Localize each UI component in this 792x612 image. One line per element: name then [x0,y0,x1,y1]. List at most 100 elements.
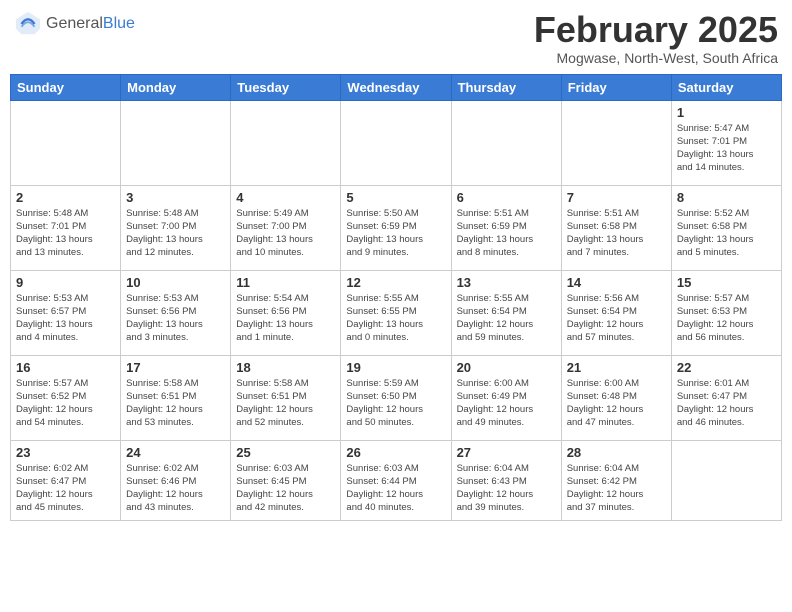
day-info: Sunrise: 5:57 AM Sunset: 6:52 PM Dayligh… [16,377,115,430]
day-info: Sunrise: 6:01 AM Sunset: 6:47 PM Dayligh… [677,377,776,430]
calendar-cell: 18 Sunrise: 5:58 AM Sunset: 6:51 PM Dayli… [231,355,341,440]
location-title: Mogwase, North-West, South Africa [534,50,778,66]
day-number: 2 [16,190,115,205]
title-section: February 2025 Mogwase, North-West, South… [534,10,778,66]
day-info: Sunrise: 5:58 AM Sunset: 6:51 PM Dayligh… [126,377,225,430]
calendar-cell: 17 Sunrise: 5:58 AM Sunset: 6:51 PM Dayli… [121,355,231,440]
calendar-cell: 3 Sunrise: 5:48 AM Sunset: 7:00 PM Daylig… [121,185,231,270]
calendar-week-row: 9 Sunrise: 5:53 AM Sunset: 6:57 PM Daylig… [11,270,782,355]
calendar-cell: 11Sunrise: 5:54 AM Sunset: 6:56 PM Dayli… [231,270,341,355]
day-number: 20 [457,360,556,375]
weekday-header-wednesday: Wednesday [341,74,451,100]
calendar-week-row: 23 Sunrise: 6:02 AM Sunset: 6:47 PM Dayli… [11,440,782,520]
calendar-cell [231,100,341,185]
day-number: 12 [346,275,445,290]
calendar-cell: 21 Sunrise: 6:00 AM Sunset: 6:48 PM Dayli… [561,355,671,440]
calendar-cell: 23 Sunrise: 6:02 AM Sunset: 6:47 PM Dayli… [11,440,121,520]
logo-text: GeneralBlue [46,15,135,33]
day-number: 6 [457,190,556,205]
calendar-cell: 6 Sunrise: 5:51 AM Sunset: 6:59 PM Daylig… [451,185,561,270]
calendar-cell: 22 Sunrise: 6:01 AM Sunset: 6:47 PM Dayli… [671,355,781,440]
day-number: 16 [16,360,115,375]
logo-general: General [46,15,103,33]
day-number: 8 [677,190,776,205]
day-number: 25 [236,445,335,460]
day-number: 15 [677,275,776,290]
calendar-cell [11,100,121,185]
logo-blue: Blue [103,15,135,33]
day-number: 17 [126,360,225,375]
day-info: Sunrise: 6:02 AM Sunset: 6:47 PM Dayligh… [16,462,115,515]
day-number: 7 [567,190,666,205]
day-info: Sunrise: 5:53 AM Sunset: 6:57 PM Dayligh… [16,292,115,345]
calendar-cell: 16 Sunrise: 5:57 AM Sunset: 6:52 PM Dayli… [11,355,121,440]
day-number: 18 [236,360,335,375]
calendar-cell: 24 Sunrise: 6:02 AM Sunset: 6:46 PM Dayli… [121,440,231,520]
day-number: 22 [677,360,776,375]
weekday-header-monday: Monday [121,74,231,100]
day-number: 10 [126,275,225,290]
weekday-header-tuesday: Tuesday [231,74,341,100]
day-number: 23 [16,445,115,460]
month-title: February 2025 [534,10,778,50]
calendar-cell: 1Sunrise: 5:47 AM Sunset: 7:01 PM Daylig… [671,100,781,185]
day-number: 14 [567,275,666,290]
weekday-header-saturday: Saturday [671,74,781,100]
day-info: Sunrise: 5:47 AM Sunset: 7:01 PM Dayligh… [677,122,776,175]
calendar-cell: 10 Sunrise: 5:53 AM Sunset: 6:56 PM Dayli… [121,270,231,355]
calendar-table: SundayMondayTuesdayWednesdayThursdayFrid… [10,74,782,521]
weekday-header-thursday: Thursday [451,74,561,100]
logo-icon [14,10,42,38]
day-number: 9 [16,275,115,290]
calendar-cell: 27 Sunrise: 6:04 AM Sunset: 6:43 PM Dayli… [451,440,561,520]
day-info: Sunrise: 5:55 AM Sunset: 6:55 PM Dayligh… [346,292,445,345]
calendar-header-row: SundayMondayTuesdayWednesdayThursdayFrid… [11,74,782,100]
logo: GeneralBlue [14,10,135,38]
calendar-cell [671,440,781,520]
day-info: Sunrise: 6:02 AM Sunset: 6:46 PM Dayligh… [126,462,225,515]
calendar-cell: 26 Sunrise: 6:03 AM Sunset: 6:44 PM Dayli… [341,440,451,520]
day-number: 3 [126,190,225,205]
page-header: GeneralBlue February 2025 Mogwase, North… [10,10,782,66]
day-info: Sunrise: 5:58 AM Sunset: 6:51 PM Dayligh… [236,377,335,430]
calendar-cell: 8 Sunrise: 5:52 AM Sunset: 6:58 PM Daylig… [671,185,781,270]
day-info: Sunrise: 5:51 AM Sunset: 6:58 PM Dayligh… [567,207,666,260]
day-number: 4 [236,190,335,205]
day-number: 19 [346,360,445,375]
day-info: Sunrise: 5:57 AM Sunset: 6:53 PM Dayligh… [677,292,776,345]
day-number: 13 [457,275,556,290]
calendar-cell: 4 Sunrise: 5:49 AM Sunset: 7:00 PM Daylig… [231,185,341,270]
calendar-cell [451,100,561,185]
weekday-header-friday: Friday [561,74,671,100]
day-info: Sunrise: 6:03 AM Sunset: 6:44 PM Dayligh… [346,462,445,515]
day-number: 26 [346,445,445,460]
calendar-week-row: 16 Sunrise: 5:57 AM Sunset: 6:52 PM Dayli… [11,355,782,440]
calendar-cell: 7 Sunrise: 5:51 AM Sunset: 6:58 PM Daylig… [561,185,671,270]
day-info: Sunrise: 6:04 AM Sunset: 6:42 PM Dayligh… [567,462,666,515]
day-info: Sunrise: 5:52 AM Sunset: 6:58 PM Dayligh… [677,207,776,260]
calendar-cell: 13Sunrise: 5:55 AM Sunset: 6:54 PM Dayli… [451,270,561,355]
day-info: Sunrise: 5:56 AM Sunset: 6:54 PM Dayligh… [567,292,666,345]
day-info: Sunrise: 5:59 AM Sunset: 6:50 PM Dayligh… [346,377,445,430]
calendar-cell: 28 Sunrise: 6:04 AM Sunset: 6:42 PM Dayli… [561,440,671,520]
day-number: 27 [457,445,556,460]
calendar-cell: 25Sunrise: 6:03 AM Sunset: 6:45 PM Dayli… [231,440,341,520]
day-number: 28 [567,445,666,460]
day-info: Sunrise: 6:04 AM Sunset: 6:43 PM Dayligh… [457,462,556,515]
calendar-cell: 2Sunrise: 5:48 AM Sunset: 7:01 PM Daylig… [11,185,121,270]
day-number: 11 [236,275,335,290]
day-number: 24 [126,445,225,460]
day-info: Sunrise: 5:51 AM Sunset: 6:59 PM Dayligh… [457,207,556,260]
day-number: 21 [567,360,666,375]
calendar-cell: 15 Sunrise: 5:57 AM Sunset: 6:53 PM Dayli… [671,270,781,355]
calendar-cell: 9 Sunrise: 5:53 AM Sunset: 6:57 PM Daylig… [11,270,121,355]
day-info: Sunrise: 5:50 AM Sunset: 6:59 PM Dayligh… [346,207,445,260]
day-info: Sunrise: 6:00 AM Sunset: 6:48 PM Dayligh… [567,377,666,430]
calendar-week-row: 1Sunrise: 5:47 AM Sunset: 7:01 PM Daylig… [11,100,782,185]
calendar-cell: 12 Sunrise: 5:55 AM Sunset: 6:55 PM Dayli… [341,270,451,355]
calendar-cell [121,100,231,185]
calendar-cell [561,100,671,185]
day-info: Sunrise: 5:53 AM Sunset: 6:56 PM Dayligh… [126,292,225,345]
day-info: Sunrise: 5:48 AM Sunset: 7:00 PM Dayligh… [126,207,225,260]
day-info: Sunrise: 5:49 AM Sunset: 7:00 PM Dayligh… [236,207,335,260]
